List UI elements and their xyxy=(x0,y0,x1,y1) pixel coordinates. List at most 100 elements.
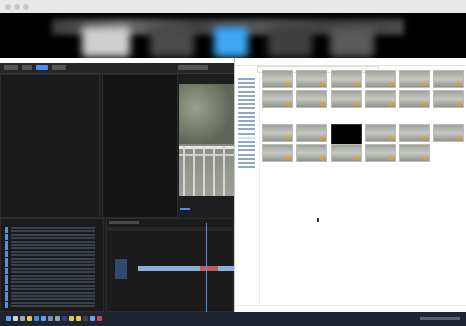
bin-row[interactable] xyxy=(11,244,95,246)
nav-item[interactable] xyxy=(238,145,255,148)
file-thumbnail[interactable] xyxy=(433,124,464,142)
chat-icon[interactable] xyxy=(90,316,95,321)
file-thumbnail[interactable] xyxy=(365,70,396,88)
file-thumbnail[interactable] xyxy=(365,124,396,142)
file-thumbnail[interactable] xyxy=(296,144,327,162)
bin-row[interactable] xyxy=(11,237,95,240)
bin-row[interactable] xyxy=(11,250,95,253)
nav-item[interactable] xyxy=(238,107,255,110)
nav-item[interactable] xyxy=(238,141,255,143)
explorer-icon[interactable] xyxy=(27,316,32,321)
terminal-icon[interactable] xyxy=(83,316,88,321)
nav-item[interactable] xyxy=(238,120,255,122)
minimize-window-button[interactable] xyxy=(14,4,20,10)
workspace-tab-active[interactable] xyxy=(36,65,48,70)
nav-item[interactable] xyxy=(238,82,255,85)
monitor-tab[interactable] xyxy=(178,65,208,70)
track-headers[interactable] xyxy=(115,259,127,279)
bin-row[interactable] xyxy=(11,247,95,250)
nav-item[interactable] xyxy=(238,157,255,160)
bin-row[interactable] xyxy=(11,295,95,297)
media-icon[interactable] xyxy=(69,316,74,321)
folder-icon[interactable] xyxy=(76,316,81,321)
timeline-clip-track[interactable] xyxy=(138,266,234,271)
blurred-tile xyxy=(330,27,374,57)
nav-item[interactable] xyxy=(238,103,255,106)
premiere-icon[interactable] xyxy=(62,316,67,321)
task-view-icon[interactable] xyxy=(20,316,25,321)
nav-item[interactable] xyxy=(238,115,255,118)
file-thumbnail[interactable] xyxy=(331,90,362,108)
bin-row[interactable] xyxy=(11,233,95,236)
bin-row[interactable] xyxy=(11,240,95,243)
bin-row[interactable] xyxy=(11,305,95,308)
bin-row[interactable] xyxy=(11,230,95,233)
nav-item[interactable] xyxy=(238,90,255,93)
bin-row[interactable] xyxy=(11,281,95,284)
nav-item[interactable] xyxy=(238,136,255,139)
bin-row[interactable] xyxy=(11,254,95,257)
timecode-indicator xyxy=(180,208,190,210)
nav-item[interactable] xyxy=(238,111,255,114)
nav-item[interactable] xyxy=(238,162,255,164)
start-icon[interactable] xyxy=(6,316,11,321)
bin-row[interactable] xyxy=(11,271,95,274)
system-tray[interactable] xyxy=(420,317,460,320)
file-thumbnail[interactable] xyxy=(399,90,430,108)
settings-icon[interactable] xyxy=(55,316,60,321)
workspace-tab[interactable] xyxy=(4,65,18,70)
nav-item[interactable] xyxy=(238,149,255,152)
bin-row[interactable] xyxy=(11,278,95,280)
nav-item[interactable] xyxy=(238,128,255,131)
file-thumbnail[interactable] xyxy=(365,90,396,108)
bin-row[interactable] xyxy=(11,284,95,287)
close-window-button[interactable] xyxy=(5,4,11,10)
file-thumbnail[interactable] xyxy=(433,70,464,88)
bin-row[interactable] xyxy=(11,291,95,294)
time-ruler[interactable] xyxy=(107,227,235,231)
bin-row[interactable] xyxy=(11,264,95,267)
bin-row[interactable] xyxy=(11,301,95,304)
zoom-window-button[interactable] xyxy=(23,4,29,10)
workspace-tab[interactable] xyxy=(52,65,66,70)
timeline-clip-selected[interactable] xyxy=(200,266,218,271)
file-thumbnail[interactable] xyxy=(399,124,430,142)
nav-item[interactable] xyxy=(238,86,255,89)
file-thumbnail[interactable] xyxy=(433,90,464,108)
timeline-tab[interactable] xyxy=(109,221,139,224)
file-thumbnail[interactable] xyxy=(331,144,362,162)
file-thumbnail[interactable] xyxy=(262,70,293,88)
program-monitor-video[interactable] xyxy=(179,84,234,196)
bin-row[interactable] xyxy=(11,288,95,291)
mail-icon[interactable] xyxy=(41,316,46,321)
bin-row[interactable] xyxy=(11,274,95,277)
file-thumbnail[interactable] xyxy=(262,144,293,162)
file-thumbnail[interactable] xyxy=(399,144,430,162)
browser-icon[interactable] xyxy=(34,316,39,321)
workspace-tab[interactable] xyxy=(22,65,32,70)
file-thumbnail[interactable] xyxy=(296,70,327,88)
bin-row[interactable] xyxy=(11,257,95,260)
nav-item[interactable] xyxy=(238,132,255,135)
nav-item[interactable] xyxy=(238,124,255,127)
nav-item[interactable] xyxy=(238,94,255,97)
file-thumbnail[interactable] xyxy=(365,144,396,162)
timeline-playhead[interactable] xyxy=(206,223,207,313)
bin-row[interactable] xyxy=(11,267,95,270)
search-icon[interactable] xyxy=(13,316,18,321)
nav-item[interactable] xyxy=(238,99,255,101)
nav-item[interactable] xyxy=(238,78,255,80)
file-thumbnail[interactable] xyxy=(331,70,362,88)
file-thumbnail[interactable] xyxy=(399,70,430,88)
file-thumbnail[interactable] xyxy=(262,124,293,142)
store-icon[interactable] xyxy=(48,316,53,321)
bin-row[interactable] xyxy=(11,298,95,301)
nav-item[interactable] xyxy=(238,166,255,169)
file-thumbnail[interactable] xyxy=(262,90,293,108)
bin-row[interactable] xyxy=(11,261,95,263)
bin-row[interactable] xyxy=(11,227,95,229)
app-icon[interactable] xyxy=(97,316,102,321)
nav-item[interactable] xyxy=(238,153,255,156)
file-thumbnail[interactable] xyxy=(296,90,327,108)
file-thumbnail[interactable] xyxy=(296,124,327,142)
